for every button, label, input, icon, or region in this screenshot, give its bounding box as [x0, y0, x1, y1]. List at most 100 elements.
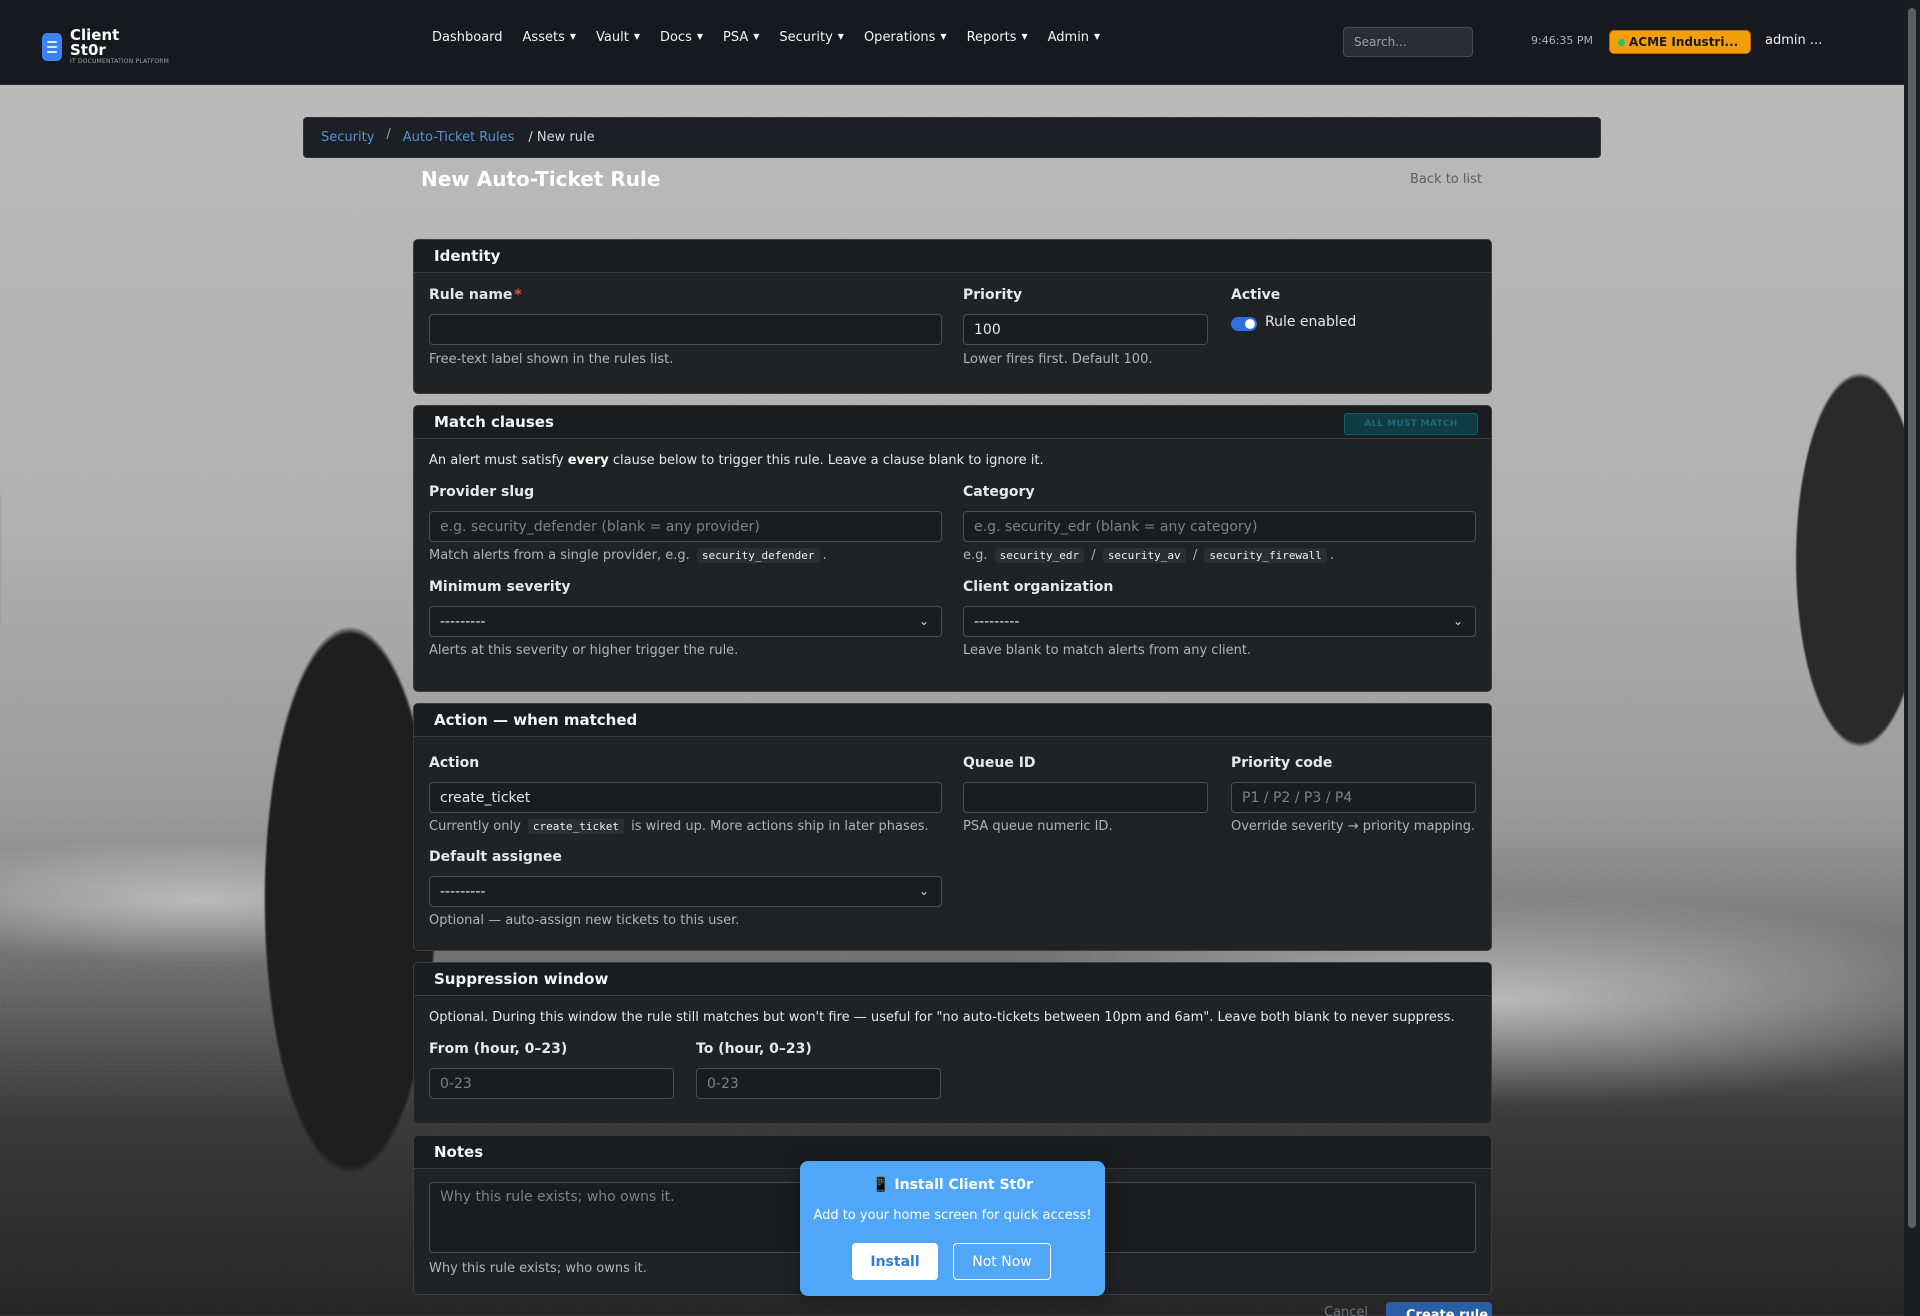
- match-intro: An alert must satisfy every clause below…: [429, 453, 1044, 468]
- global-search-input[interactable]: [1343, 27, 1473, 57]
- action-header: Action — when matched: [434, 711, 638, 729]
- app-logo[interactable]: Client St0r IT DOCUMENTATION PLATFORM: [42, 28, 169, 65]
- menu-item-docs[interactable]: Docs ▼: [660, 30, 703, 45]
- clock: 9:46:35 PM: [1531, 34, 1594, 47]
- minimum-severity-select[interactable]: --------- ⌄: [429, 606, 942, 637]
- chevron-down-icon: ⌄: [1452, 614, 1463, 628]
- provider-slug-input[interactable]: e.g. security_defender (blank = any prov…: [429, 511, 942, 542]
- match-clauses-card: Match clauses ALL MUST MATCH An alert mu…: [413, 405, 1492, 692]
- caret-down-icon: ▼: [696, 32, 704, 41]
- minimum-severity-help: Alerts at this severity or higher trigge…: [429, 643, 739, 658]
- chevron-down-icon: ⌄: [918, 884, 929, 898]
- menu-item-assets[interactable]: Assets ▼: [523, 30, 576, 45]
- caret-down-icon: ▼: [569, 32, 576, 41]
- category-help: e.g. security_edr / security_av / securi…: [963, 548, 1335, 563]
- breadcrumb-separator: /: [386, 127, 391, 142]
- all-must-match-badge: ALL MUST MATCH: [1344, 413, 1478, 435]
- notes-header: Notes: [434, 1143, 484, 1161]
- caret-down-icon: ▼: [633, 32, 640, 41]
- main-menu: Dashboard Assets ▼ Vault ▼ Docs ▼ PSA ▼ Secu…: [432, 30, 1120, 45]
- breadcrumb-auto-ticket-rules[interactable]: Auto-Ticket Rules: [403, 130, 515, 145]
- create-rule-button[interactable]: Create rule: [1386, 1302, 1492, 1316]
- install-button[interactable]: Install: [852, 1243, 938, 1280]
- suppression-intro: Optional. During this window the rule st…: [429, 1010, 1455, 1025]
- caret-down-icon: ▼: [940, 32, 947, 41]
- priority-input[interactable]: 100: [963, 314, 1208, 345]
- identity-header: Identity: [434, 247, 501, 265]
- action-help: Currently only create_ticket is wired up…: [429, 819, 929, 834]
- category-label: Category: [963, 484, 1035, 500]
- scrollbar-thumb[interactable]: [1908, 8, 1916, 1228]
- queue-id-input[interactable]: [963, 782, 1208, 813]
- logo-tagline: IT DOCUMENTATION PLATFORM: [70, 58, 170, 65]
- page-title: New Auto-Ticket Rule: [421, 167, 661, 191]
- menu-item-operations[interactable]: Operations ▼: [864, 30, 947, 45]
- vertical-scrollbar[interactable]: [1904, 0, 1920, 1316]
- client-organization-label: Client organization: [963, 579, 1114, 595]
- default-assignee-select[interactable]: --------- ⌄: [429, 876, 942, 907]
- install-title: 📱 Install Client St0r: [872, 1177, 1033, 1193]
- required-marker: *: [514, 287, 522, 303]
- suppression-header: Suppression window: [434, 970, 609, 988]
- install-subtitle: Add to your home screen for quick access…: [813, 1208, 1092, 1223]
- menu-item-admin[interactable]: Admin ▼: [1048, 30, 1101, 45]
- logo-icon: [42, 32, 62, 61]
- client-organization-help: Leave blank to match alerts from any cli…: [963, 643, 1252, 658]
- priority-code-label: Priority code: [1231, 755, 1333, 771]
- rule-name-help: Free-text label shown in the rules list.: [429, 352, 674, 367]
- active-toggle[interactable]: [1231, 317, 1257, 331]
- rule-name-label: Rule name *: [429, 287, 522, 303]
- caret-down-icon: ▼: [837, 32, 844, 41]
- active-toggle-label[interactable]: Rule enabled: [1265, 314, 1356, 330]
- cancel-link[interactable]: Cancel: [1324, 1305, 1368, 1316]
- priority-label: Priority: [963, 287, 1023, 303]
- org-name: ACME Industri...: [1629, 35, 1739, 49]
- match-clauses-header: Match clauses: [434, 413, 554, 431]
- menu-item-dashboard[interactable]: Dashboard: [432, 30, 503, 45]
- suppress-from-label: From (hour, 0–23): [429, 1041, 568, 1057]
- priority-help: Lower fires first. Default 100.: [963, 352, 1153, 367]
- caret-down-icon: ▼: [1021, 32, 1028, 41]
- breadcrumb-security[interactable]: Security: [321, 130, 374, 145]
- action-card: Action — when matched Action create_tick…: [413, 703, 1492, 951]
- chevron-down-icon: ⌄: [918, 614, 929, 628]
- menu-item-psa[interactable]: PSA ▼: [723, 30, 759, 45]
- back-to-list-link[interactable]: Back to list: [1410, 172, 1482, 187]
- queue-id-help: PSA queue numeric ID.: [963, 819, 1113, 834]
- action-input[interactable]: create_ticket: [429, 782, 942, 813]
- priority-code-help: Override severity → priority mapping.: [1231, 819, 1476, 834]
- default-assignee-label: Default assignee: [429, 849, 562, 865]
- category-input[interactable]: e.g. security_edr (blank = any category): [963, 511, 1476, 542]
- caret-down-icon: ▼: [1094, 32, 1101, 41]
- caret-down-icon: ▼: [753, 32, 760, 41]
- suppress-to-input[interactable]: 0-23: [696, 1068, 941, 1099]
- logo-name: Client St0r: [70, 26, 120, 59]
- status-dot-icon: [1618, 38, 1625, 46]
- priority-code-input[interactable]: P1 / P2 / P3 / P4: [1231, 782, 1476, 813]
- provider-slug-help: Match alerts from a single provider, e.g…: [429, 548, 827, 563]
- phone-icon: 📱: [872, 1177, 890, 1193]
- install-app-prompt: 📱 Install Client St0r Add to your home s…: [800, 1161, 1105, 1296]
- notes-help: Why this rule exists; who owns it.: [429, 1261, 647, 1276]
- top-navbar: Client St0r IT DOCUMENTATION PLATFORM Da…: [0, 0, 1904, 85]
- menu-item-security[interactable]: Security ▼: [779, 30, 844, 45]
- client-organization-select[interactable]: --------- ⌄: [963, 606, 1476, 637]
- rule-name-input[interactable]: [429, 314, 942, 345]
- suppress-from-input[interactable]: 0-23: [429, 1068, 674, 1099]
- active-label: Active: [1231, 287, 1281, 303]
- org-switcher-badge[interactable]: ACME Industri...: [1609, 30, 1751, 54]
- default-assignee-help: Optional — auto-assign new tickets to th…: [429, 913, 740, 928]
- menu-item-vault[interactable]: Vault ▼: [596, 30, 640, 45]
- suppress-to-label: To (hour, 0–23): [696, 1041, 812, 1057]
- minimum-severity-label: Minimum severity: [429, 579, 571, 595]
- action-label: Action: [429, 755, 480, 771]
- identity-card: Identity Rule name * Free-text label show…: [413, 239, 1492, 394]
- suppression-window-card: Suppression window Optional. During this…: [413, 962, 1492, 1124]
- menu-item-reports[interactable]: Reports ▼: [967, 30, 1028, 45]
- breadcrumb-current: / New rule: [528, 130, 595, 145]
- breadcrumb: Security / Auto-Ticket Rules / New rule: [303, 117, 1601, 158]
- queue-id-label: Queue ID: [963, 755, 1036, 771]
- not-now-button[interactable]: Not Now: [953, 1243, 1051, 1280]
- provider-slug-label: Provider slug: [429, 484, 535, 500]
- user-menu[interactable]: admin ...: [1765, 33, 1822, 48]
